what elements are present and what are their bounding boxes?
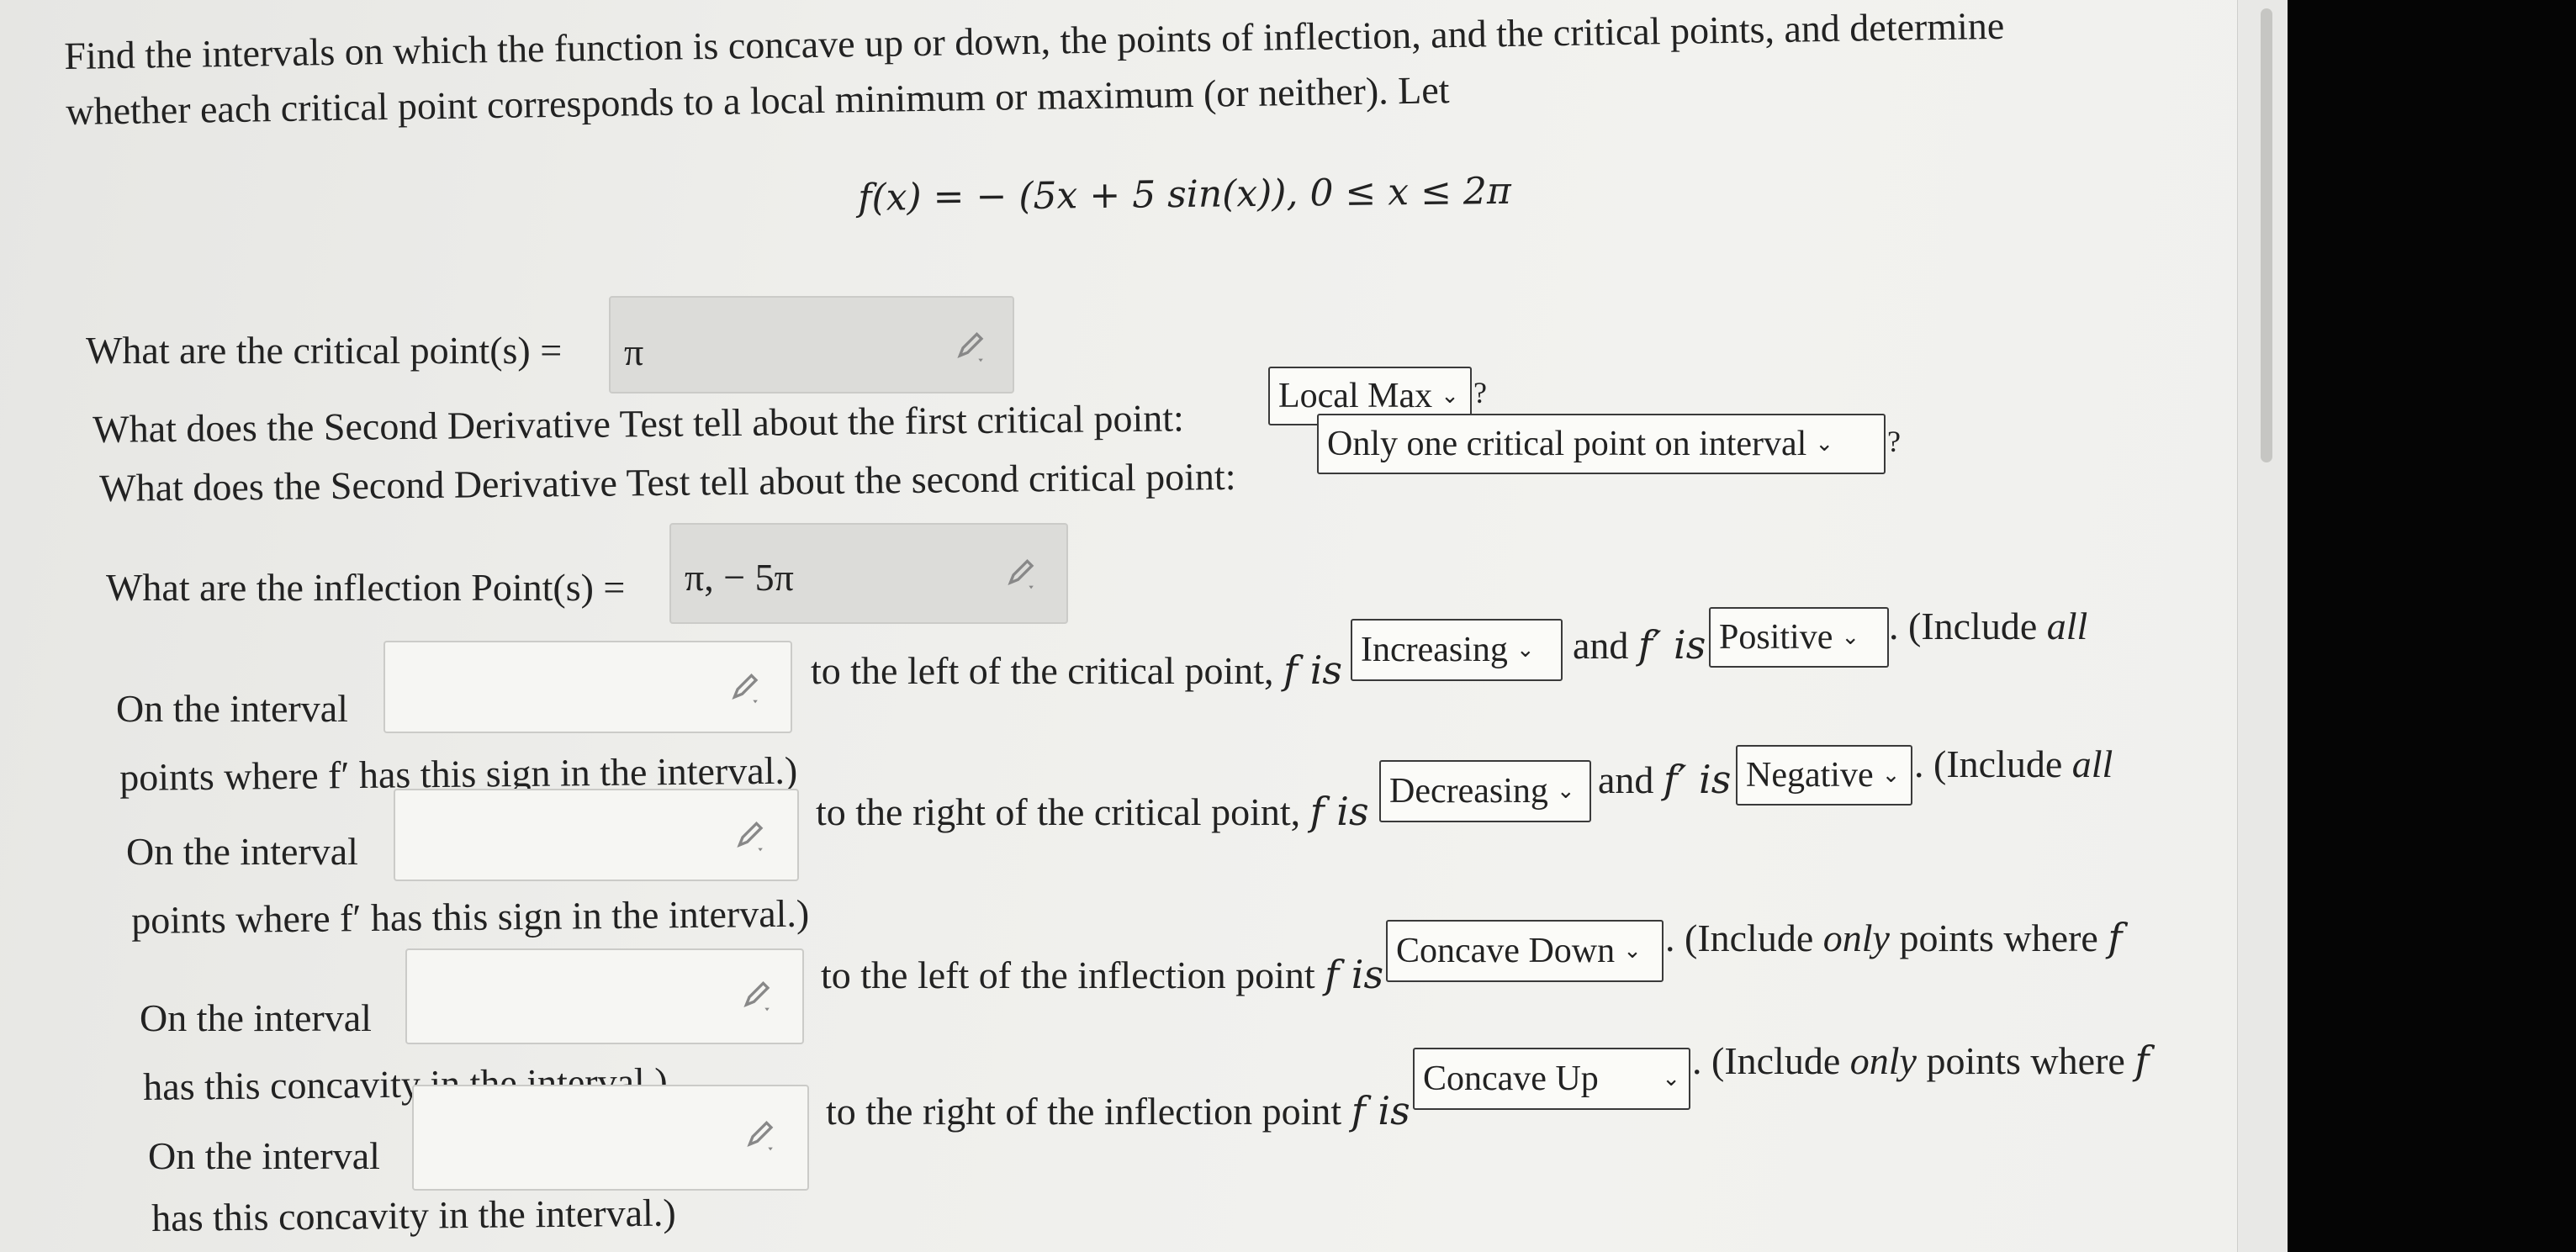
row2-and: and f′ is <box>1598 758 1731 802</box>
pencil-edit-icon[interactable] <box>1004 555 1041 592</box>
row1-interval-input[interactable] <box>383 641 792 733</box>
chevron-down-icon: ⌄ <box>1441 383 1459 409</box>
sdt-second-selected: Only one critical point on interval <box>1327 425 1807 463</box>
row2-tail-b: all <box>2071 742 2113 785</box>
row1-fprime-selected: Positive <box>1719 618 1833 657</box>
row2-fprime-is: f′ is <box>1663 757 1732 802</box>
row2-tail: . (Include all <box>1914 742 2113 786</box>
sdt-first-label: What does the Second Derivative Test tel… <box>92 396 1185 451</box>
row1-tail-a: . (Include <box>1889 605 2038 647</box>
row2-and-text: and <box>1598 758 1654 801</box>
row1-start: On the interval <box>116 687 348 730</box>
row1-and: and f′ is <box>1573 624 1706 668</box>
inflection-points-input[interactable]: π, − 5π <box>669 523 1068 624</box>
row3-tail-c: points where <box>1899 917 2098 959</box>
row2-f-is: f is <box>1309 789 1369 834</box>
sdt-first-help[interactable]: ? <box>1473 375 1487 410</box>
row4-tail-f: f <box>2134 1038 2150 1083</box>
chevron-down-icon: ⌄ <box>1556 779 1575 804</box>
chevron-down-icon: ⌄ <box>1623 938 1642 964</box>
pencil-edit-icon[interactable] <box>733 817 770 854</box>
row2-mid-text: to the right of the critical point, <box>816 790 1301 833</box>
row4-f-is: f is <box>1351 1088 1410 1133</box>
row1-f-selected: Increasing <box>1361 631 1508 669</box>
row3-tail-b: only <box>1822 917 1890 959</box>
row4-continuation: has this concavity in the interval.) <box>151 1191 676 1239</box>
row4-start: On the interval <box>148 1134 380 1177</box>
chevron-down-icon: ⌄ <box>1881 763 1901 788</box>
row4-mid: to the right of the inflection point f i… <box>826 1090 1410 1133</box>
question-page: Find the intervals on which the function… <box>0 0 2237 1252</box>
row1-f-is: f is <box>1283 647 1343 693</box>
row2-f-selected: Decreasing <box>1389 772 1548 811</box>
chevron-down-icon: ⌄ <box>1662 1066 1680 1091</box>
row4-tail: . (Include only points where f <box>1692 1039 2149 1083</box>
row1-and-text: and <box>1573 624 1629 667</box>
row1-mid: to the left of the critical point, f is <box>811 649 1342 693</box>
row2-f-select[interactable]: Decreasing ⌄ <box>1379 760 1591 822</box>
dark-background <box>2288 0 2576 1252</box>
row2-interval-input[interactable] <box>394 789 799 881</box>
row1-fprime-select[interactable]: Positive ⌄ <box>1709 607 1889 668</box>
function-formula: f(x) = − (5x + 5 sin(x)), 0 ≤ x ≤ 2π <box>857 169 1512 219</box>
pencil-edit-icon[interactable] <box>740 977 777 1014</box>
inflection-points-label: What are the inflection Point(s) = <box>106 566 626 609</box>
intro-line-1: Find the intervals on which the function… <box>63 3 2005 77</box>
chevron-down-icon: ⌄ <box>1815 431 1834 457</box>
pencil-edit-icon[interactable] <box>954 328 991 365</box>
sdt-second-select[interactable]: Only one critical point on interval ⌄ <box>1317 414 1886 474</box>
row2-continuation: points where f′ has this sign in the int… <box>130 891 810 942</box>
row4-f-selected: Concave Up <box>1423 1059 1599 1098</box>
pencil-edit-icon[interactable] <box>743 1117 780 1154</box>
row3-f-selected: Concave Down <box>1396 932 1616 970</box>
row3-tail-a: . (Include <box>1665 917 1814 959</box>
row1-tail-b: all <box>2046 605 2088 647</box>
row3-interval-input[interactable] <box>405 948 804 1044</box>
sdt-second-help[interactable]: ? <box>1887 424 1901 459</box>
row3-mid: to the left of the inflection point f is <box>821 954 1383 997</box>
row3-f-select[interactable]: Concave Down ⌄ <box>1386 920 1664 982</box>
row2-fprime-selected: Negative <box>1746 756 1874 795</box>
row4-interval-input[interactable] <box>412 1085 809 1191</box>
row2-fprime-select[interactable]: Negative ⌄ <box>1736 745 1912 806</box>
sdt-second-label: What does the Second Derivative Test tel… <box>98 454 1236 510</box>
row4-tail-a: . (Include <box>1692 1039 1841 1082</box>
row2-mid: to the right of the critical point, f is <box>816 790 1369 834</box>
inflection-points-value: π, − 5π <box>685 556 794 599</box>
row4-tail-b: only <box>1849 1039 1917 1082</box>
row3-tail: . (Include only points where f <box>1665 917 2122 960</box>
row3-tail-f: f <box>2108 915 2123 960</box>
row1-fprime-is: f′ is <box>1637 622 1706 668</box>
row2-tail-a: . (Include <box>1914 742 2063 785</box>
row3-mid-text: to the left of the inflection point <box>821 954 1315 996</box>
chevron-down-icon: ⌄ <box>1841 625 1860 650</box>
row1-mid-text: to the left of the critical point, <box>811 649 1274 692</box>
critical-points-value: π <box>624 330 644 373</box>
critical-points-input[interactable]: π <box>609 296 1014 394</box>
row1-tail: . (Include all <box>1889 605 2087 648</box>
scrollbar-thumb[interactable] <box>2261 8 2272 462</box>
row4-f-select[interactable]: Concave Up ⌄ <box>1413 1048 1690 1110</box>
row4-tail-c: points where <box>1926 1039 2125 1082</box>
chevron-down-icon: ⌄ <box>1515 637 1535 663</box>
row2-start: On the interval <box>126 830 358 873</box>
sdt-first-selected: Local Max <box>1278 377 1433 415</box>
pencil-edit-icon[interactable] <box>728 669 765 706</box>
intro-line-2: whether each critical point corresponds … <box>65 68 1450 133</box>
row3-f-is: f is <box>1325 952 1384 997</box>
row1-f-select[interactable]: Increasing ⌄ <box>1351 619 1563 681</box>
row3-start: On the interval <box>140 996 372 1039</box>
critical-points-label: What are the critical point(s) = <box>86 329 563 372</box>
row4-mid-text: to the right of the inflection point <box>826 1090 1342 1133</box>
